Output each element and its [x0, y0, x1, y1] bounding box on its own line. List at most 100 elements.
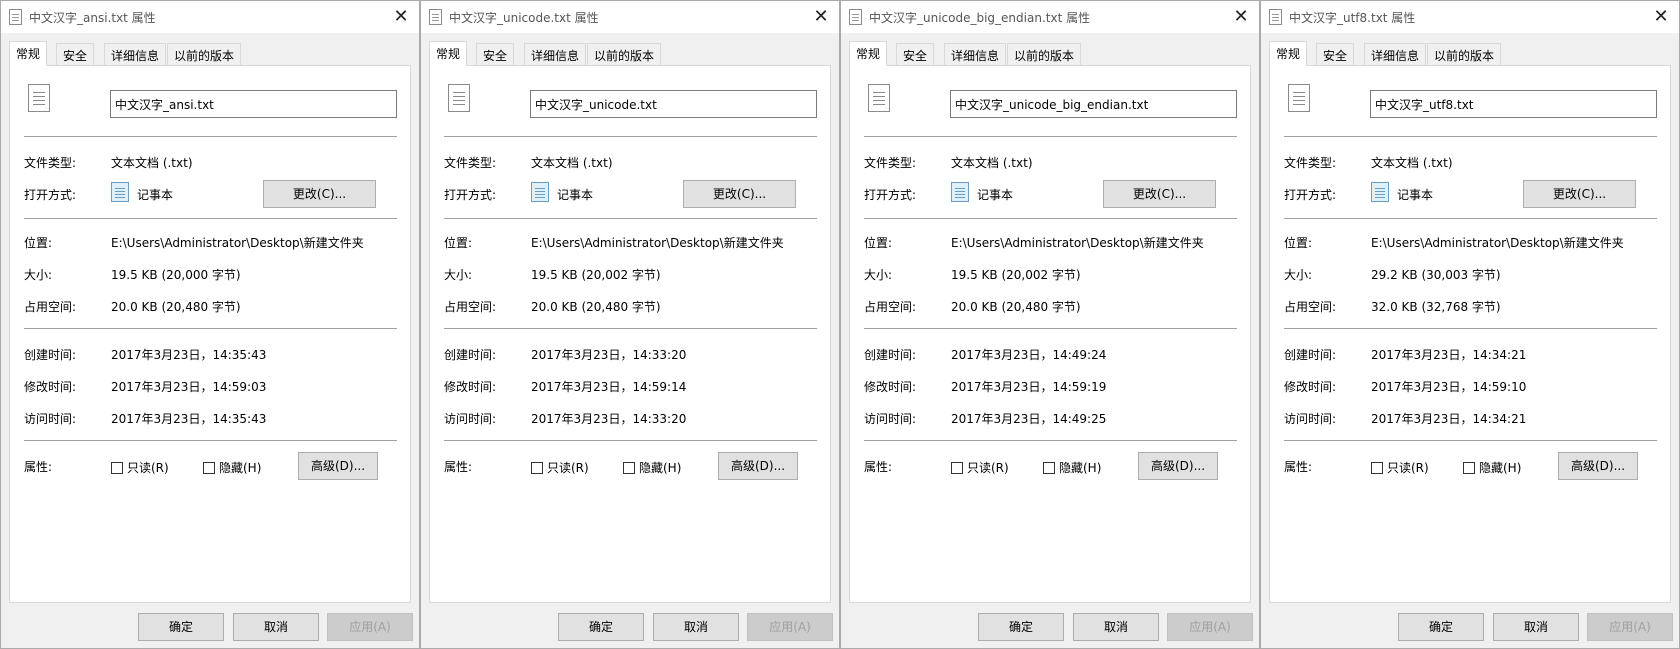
window-title: 中文汉字_unicode_big_endian.txt 属性	[869, 11, 1091, 25]
text-file-icon	[448, 84, 470, 112]
tab-security[interactable]: 安全	[896, 43, 935, 65]
checkbox-box[interactable]	[1043, 462, 1055, 474]
checkbox-box[interactable]	[203, 462, 215, 474]
cancel-button[interactable]: 取消	[233, 613, 319, 641]
hidden-checkbox[interactable]: 隐藏(H)	[1463, 459, 1521, 476]
checkbox-box[interactable]	[623, 462, 635, 474]
divider	[864, 328, 1237, 329]
tab-security[interactable]: 安全	[1316, 43, 1355, 65]
accessed-value: 2017年3月23日，14:49:25	[951, 412, 1107, 426]
file-type-value: 文本文档 (.txt)	[1371, 156, 1453, 170]
change-button[interactable]: 更改(C)...	[683, 180, 796, 208]
tab-details[interactable]: 详细信息	[944, 43, 1007, 65]
apply-button[interactable]: 应用(A)	[1587, 613, 1673, 641]
checkbox-box[interactable]	[951, 462, 963, 474]
readonly-label: 只读(R)	[127, 461, 169, 475]
tab-general[interactable]: 常规	[429, 41, 468, 66]
filename-input[interactable]	[950, 90, 1237, 118]
checkbox-box[interactable]	[111, 462, 123, 474]
open-with-label: 打开方式:	[1284, 188, 1337, 202]
close-icon[interactable]: ✕	[1651, 7, 1671, 27]
file-type-label: 文件类型:	[864, 156, 917, 170]
hidden-label: 隐藏(H)	[1059, 461, 1102, 475]
size-on-disk-label: 占用空间:	[864, 300, 917, 314]
checkbox-box[interactable]	[1463, 462, 1475, 474]
divider	[24, 328, 397, 329]
tab-previous-versions[interactable]: 以前的版本	[1427, 43, 1502, 65]
created-label: 创建时间:	[864, 348, 917, 362]
advanced-button[interactable]: 高级(D)...	[718, 452, 798, 480]
readonly-label: 只读(R)	[1387, 461, 1429, 475]
divider	[444, 218, 817, 219]
hidden-label: 隐藏(H)	[219, 461, 262, 475]
change-button[interactable]: 更改(C)...	[1103, 180, 1216, 208]
divider	[24, 440, 397, 441]
ok-button[interactable]: 确定	[1398, 613, 1484, 641]
filename-input[interactable]	[530, 90, 817, 118]
close-icon[interactable]: ✕	[1231, 7, 1251, 27]
checkbox-box[interactable]	[1371, 462, 1383, 474]
text-file-icon	[28, 84, 50, 112]
attributes-label: 属性:	[24, 460, 53, 474]
cancel-button[interactable]: 取消	[653, 613, 739, 641]
advanced-button[interactable]: 高级(D)...	[1138, 452, 1218, 480]
divider	[864, 440, 1237, 441]
filename-input[interactable]	[1370, 90, 1657, 118]
cancel-button[interactable]: 取消	[1493, 613, 1579, 641]
divider	[1284, 136, 1657, 137]
cancel-button[interactable]: 取消	[1073, 613, 1159, 641]
filename-input[interactable]	[110, 90, 397, 118]
hidden-checkbox[interactable]: 隐藏(H)	[203, 459, 261, 476]
close-icon[interactable]: ✕	[391, 7, 411, 27]
title-bar: 中文汉字_utf8.txt 属性 ✕	[1261, 1, 1679, 33]
ok-button[interactable]: 确定	[978, 613, 1064, 641]
divider	[1284, 440, 1657, 441]
tab-previous-versions[interactable]: 以前的版本	[167, 43, 242, 65]
open-with-value: 记事本	[977, 188, 1014, 202]
created-value: 2017年3月23日，14:35:43	[111, 348, 267, 362]
location-value: E:\Users\Administrator\Desktop\新建文件夹	[531, 236, 784, 250]
checkbox-box[interactable]	[531, 462, 543, 474]
document-icon	[849, 9, 862, 25]
advanced-button[interactable]: 高级(D)...	[298, 452, 378, 480]
modified-value: 2017年3月23日，14:59:14	[531, 380, 687, 394]
apply-button[interactable]: 应用(A)	[747, 613, 833, 641]
readonly-checkbox[interactable]: 只读(R)	[951, 459, 1009, 476]
tab-details[interactable]: 详细信息	[104, 43, 167, 65]
size-on-disk-label: 占用空间:	[1284, 300, 1337, 314]
ok-button[interactable]: 确定	[558, 613, 644, 641]
advanced-button[interactable]: 高级(D)...	[1558, 452, 1638, 480]
file-type-value: 文本文档 (.txt)	[111, 156, 193, 170]
location-value: E:\Users\Administrator\Desktop\新建文件夹	[951, 236, 1204, 250]
window-title: 中文汉字_ansi.txt 属性	[29, 11, 156, 25]
tab-general[interactable]: 常规	[1269, 41, 1308, 66]
tab-previous-versions[interactable]: 以前的版本	[587, 43, 662, 65]
apply-button[interactable]: 应用(A)	[1167, 613, 1253, 641]
change-button[interactable]: 更改(C)...	[263, 180, 376, 208]
title-bar: 中文汉字_ansi.txt 属性 ✕	[1, 1, 419, 33]
tab-details[interactable]: 详细信息	[524, 43, 587, 65]
hidden-checkbox[interactable]: 隐藏(H)	[1043, 459, 1101, 476]
tab-security[interactable]: 安全	[56, 43, 95, 65]
tab-previous-versions[interactable]: 以前的版本	[1007, 43, 1082, 65]
divider	[24, 218, 397, 219]
tab-details[interactable]: 详细信息	[1364, 43, 1427, 65]
ok-button[interactable]: 确定	[138, 613, 224, 641]
apply-button[interactable]: 应用(A)	[327, 613, 413, 641]
text-file-icon	[1288, 84, 1310, 112]
location-label: 位置:	[444, 236, 473, 250]
location-label: 位置:	[864, 236, 893, 250]
general-panel: 文件类型: 文本文档 (.txt) 打开方式: 记事本 更改(C)... 位置:…	[429, 65, 831, 603]
hidden-label: 隐藏(H)	[639, 461, 682, 475]
readonly-checkbox[interactable]: 只读(R)	[1371, 459, 1429, 476]
readonly-checkbox[interactable]: 只读(R)	[111, 459, 169, 476]
tab-general[interactable]: 常规	[9, 41, 48, 66]
location-label: 位置:	[1284, 236, 1313, 250]
change-button[interactable]: 更改(C)...	[1523, 180, 1636, 208]
tab-general[interactable]: 常规	[849, 41, 888, 66]
readonly-checkbox[interactable]: 只读(R)	[531, 459, 589, 476]
close-icon[interactable]: ✕	[811, 7, 831, 27]
tab-security[interactable]: 安全	[476, 43, 515, 65]
file-type-label: 文件类型:	[24, 156, 77, 170]
hidden-checkbox[interactable]: 隐藏(H)	[623, 459, 681, 476]
